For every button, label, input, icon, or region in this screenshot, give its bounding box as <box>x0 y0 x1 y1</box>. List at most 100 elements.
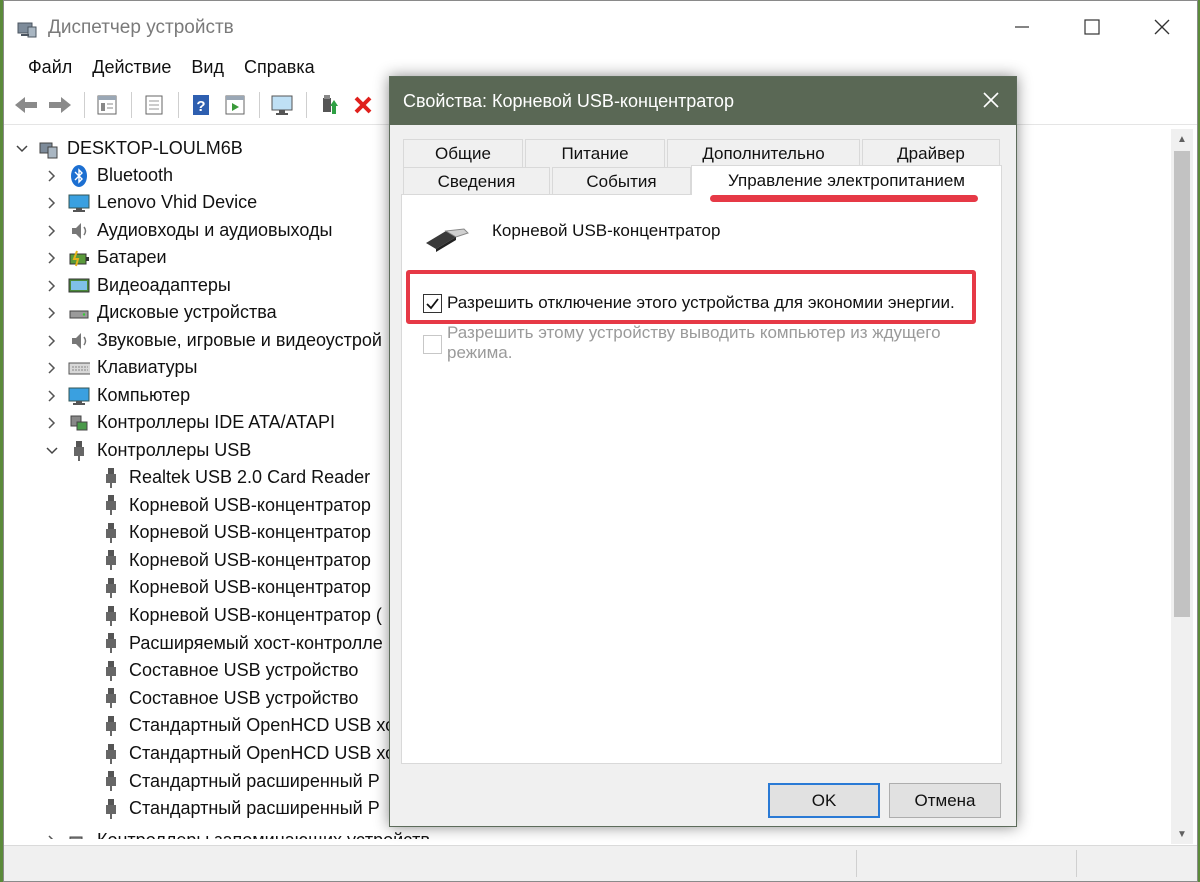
usb-child-item[interactable]: Составное USB устройство <box>100 685 358 712</box>
usb-child-item[interactable]: Корневой USB-концентратор <box>100 547 371 574</box>
tree-item-storage-controllers[interactable]: Контроллеры запоминающих устройств <box>44 827 430 839</box>
tree-item-label: Батареи <box>97 247 167 267</box>
status-cell <box>1076 850 1196 877</box>
computer-icon <box>68 385 90 407</box>
usb-child-item[interactable]: Корневой USB-концентратор <box>100 492 371 519</box>
usb-child-item[interactable]: Стандартный OpenHCD USB хо <box>100 740 395 767</box>
window-title: Диспетчер устройств <box>48 17 234 38</box>
tree-root[interactable]: DESKTOP-LOULM6B <box>14 135 243 162</box>
usb-child-item[interactable]: Корневой USB-концентратор <box>100 519 371 546</box>
usb-icon <box>100 660 122 682</box>
usb-icon <box>100 467 122 489</box>
chevron-right-icon[interactable] <box>44 305 60 321</box>
toolbar-separator <box>259 91 260 118</box>
scroll-down-arrow[interactable]: ▼ <box>1171 824 1193 844</box>
scan-button[interactable] <box>266 89 298 121</box>
allow-power-off-label[interactable]: Разрешить отключение этого устройства дл… <box>447 293 955 313</box>
run-button[interactable] <box>219 89 251 121</box>
tab-advanced[interactable]: Дополнительно <box>667 139 860 167</box>
chevron-right-icon[interactable] <box>44 168 60 184</box>
usb-plug-icon <box>426 228 469 252</box>
chevron-down-icon[interactable] <box>14 141 30 157</box>
chevron-right-icon[interactable] <box>44 250 60 266</box>
tab-general[interactable]: Общие <box>403 139 523 167</box>
tab-details[interactable]: Сведения <box>403 167 550 195</box>
tree-item-lenovo-vhid[interactable]: Lenovo Vhid Device <box>44 189 257 216</box>
update-driver-icon <box>323 94 338 114</box>
help-button[interactable]: ? <box>185 89 217 121</box>
tree-item-computer[interactable]: Компьютер <box>44 382 190 409</box>
tab-power-management[interactable]: Управление электропитанием <box>691 165 1002 195</box>
usb-icon <box>100 605 122 627</box>
scrollbar-thumb[interactable] <box>1174 151 1190 617</box>
usb-child-label: Расширяемый хост-контролле <box>129 632 383 653</box>
chevron-right-icon[interactable] <box>44 278 60 294</box>
tree-item-sound-video[interactable]: Звуковые, игровые и видеоустрой <box>44 327 382 354</box>
allow-wake-checkbox[interactable] <box>423 335 442 354</box>
tree-item-label: Bluetooth <box>97 165 174 185</box>
forward-button[interactable] <box>44 89 76 121</box>
scroll-up-arrow[interactable]: ▲ <box>1171 129 1193 149</box>
close-button[interactable] <box>1137 9 1187 45</box>
chevron-right-icon[interactable] <box>44 223 60 239</box>
close-icon[interactable] <box>980 89 1002 111</box>
tree-item-disk-drives[interactable]: Дисковые устройства <box>44 299 277 326</box>
maximize-button[interactable] <box>1067 9 1117 45</box>
back-button[interactable] <box>10 89 42 121</box>
tree-item-bluetooth[interactable]: Bluetooth <box>44 162 173 189</box>
menu-action[interactable]: Действие <box>82 53 181 83</box>
tree-item-label: Lenovo Vhid Device <box>97 192 258 212</box>
bluetooth-icon <box>68 164 90 187</box>
tree-item-label: Аудиовходы и аудиовыходы <box>97 220 333 240</box>
chevron-right-icon[interactable] <box>44 195 60 211</box>
chevron-right-icon[interactable] <box>44 415 60 431</box>
ok-button[interactable]: OK <box>768 783 880 818</box>
vertical-scrollbar[interactable]: ▲ ▼ <box>1171 129 1193 844</box>
allow-power-off-checkbox[interactable] <box>423 294 442 313</box>
menu-help[interactable]: Справка <box>234 53 325 83</box>
usb-child-item[interactable]: Стандартный расширенный Р <box>100 795 380 822</box>
tree-item-label: Видеоадаптеры <box>97 275 231 295</box>
tab-driver[interactable]: Драйвер <box>862 139 1000 167</box>
tree-item-label: Контроллеры USB <box>97 440 252 460</box>
usb-child-label: Стандартный OpenHCD USB хо <box>129 715 396 736</box>
storage-controller-icon <box>68 830 90 839</box>
delete-icon <box>354 96 372 113</box>
menu-view[interactable]: Вид <box>181 53 234 83</box>
chevron-right-icon[interactable] <box>44 360 60 376</box>
ide-icon <box>68 412 90 434</box>
usb-child-item[interactable]: Realtek USB 2.0 Card Reader <box>100 464 370 491</box>
usb-child-item[interactable]: Составное USB устройство <box>100 657 358 684</box>
monitor-icon <box>271 95 293 115</box>
back-icon <box>15 96 37 113</box>
minimize-button[interactable] <box>997 9 1047 45</box>
disk-icon <box>68 302 90 324</box>
usb-child-item[interactable]: Расширяемый хост-контролле <box>100 630 383 657</box>
tree-item-ide-controllers[interactable]: Контроллеры IDE ATA/ATAPI <box>44 409 335 436</box>
tree-item-label: Клавиатуры <box>97 357 198 377</box>
delete-button[interactable] <box>347 89 379 121</box>
tree-item-audio-io[interactable]: Аудиовходы и аудиовыходы <box>44 217 332 244</box>
cancel-button[interactable]: Отмена <box>889 783 1001 818</box>
tab-events[interactable]: События <box>552 167 691 195</box>
tree-item-keyboards[interactable]: Клавиатуры <box>44 354 197 381</box>
chevron-down-icon[interactable] <box>44 443 60 459</box>
chevron-right-icon[interactable] <box>44 833 60 839</box>
chevron-right-icon[interactable] <box>44 388 60 404</box>
usb-child-item[interactable]: Стандартный расширенный Р <box>100 768 380 795</box>
usb-child-label: Корневой USB-концентратор <box>129 577 371 598</box>
speaker-icon <box>68 330 90 352</box>
tree-item-usb-controllers[interactable]: Контроллеры USB <box>44 437 251 464</box>
chevron-right-icon[interactable] <box>44 333 60 349</box>
properties-button[interactable] <box>91 89 123 121</box>
usb-child-item[interactable]: Корневой USB-концентратор <box>100 574 371 601</box>
tree-item-display-adapters[interactable]: Видеоадаптеры <box>44 272 231 299</box>
usb-icon <box>68 440 90 462</box>
tab-power[interactable]: Питание <box>525 139 665 167</box>
usb-child-item[interactable]: Корневой USB-концентратор ( <box>100 602 382 629</box>
update-driver-button[interactable] <box>313 89 345 121</box>
menu-file[interactable]: Файл <box>18 53 82 83</box>
tree-item-batteries[interactable]: Батареи <box>44 244 167 271</box>
usb-child-item[interactable]: Стандартный OpenHCD USB хо <box>100 712 395 739</box>
show-hidden-button[interactable] <box>138 89 170 121</box>
